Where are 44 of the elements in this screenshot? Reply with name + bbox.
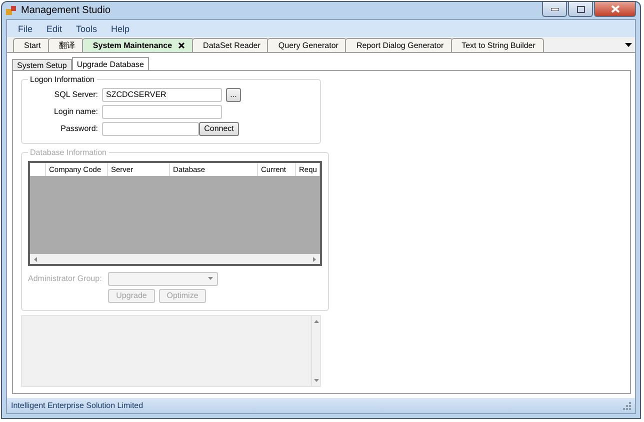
- field-label: Password:: [60, 124, 98, 133]
- browse-button[interactable]: ...: [226, 88, 241, 102]
- minimize-icon: [550, 8, 558, 10]
- minimize-button[interactable]: [542, 2, 567, 17]
- connect-button[interactable]: Connect: [199, 122, 239, 136]
- scroll-down-icon: [314, 378, 318, 383]
- close-icon[interactable]: [178, 42, 186, 49]
- document-tab[interactable]: Query Generator: [267, 38, 348, 52]
- document-tab[interactable]: Text to String Builder: [450, 38, 544, 52]
- scroll-left-icon: [33, 256, 38, 262]
- vertical-scrollbar[interactable]: [311, 316, 320, 386]
- document-tab[interactable]: System Maintenance: [82, 38, 194, 52]
- menu-item[interactable]: Tools: [69, 24, 104, 34]
- caret-icon: [208, 276, 213, 281]
- menu-item[interactable]: File: [11, 24, 40, 34]
- resize-grip-icon[interactable]: [623, 402, 631, 410]
- menu-item[interactable]: Edit: [40, 24, 70, 34]
- document-tab[interactable]: 翻译: [48, 38, 84, 52]
- maximize-icon: [576, 6, 584, 12]
- scroll-right-icon: [312, 256, 317, 262]
- dropdown-icon[interactable]: [625, 43, 632, 47]
- close-button[interactable]: [594, 2, 636, 17]
- password-field[interactable]: [102, 122, 199, 136]
- horizontal-scrollbar[interactable]: [30, 254, 320, 264]
- menu-item[interactable]: Help: [104, 24, 137, 34]
- page-tab[interactable]: System Setup: [12, 59, 72, 70]
- login-name-field[interactable]: [102, 104, 222, 118]
- group-title: Database Information: [29, 148, 108, 157]
- maximize-button[interactable]: [568, 2, 593, 17]
- document-tab[interactable]: Start: [13, 38, 50, 52]
- scroll-up-icon: [314, 319, 318, 324]
- field-label: Login name:: [52, 107, 98, 116]
- status-text: Intelligent Enterprise Solution Limited: [11, 401, 144, 410]
- document-tab[interactable]: Report Dialog Generator: [345, 38, 453, 52]
- close-icon: [610, 5, 620, 13]
- window-title: Management Studio: [21, 5, 112, 16]
- sql-server-field[interactable]: SZCDCSERVER: [102, 88, 222, 102]
- field-label: Administrator Group:: [28, 274, 103, 283]
- administrator-group-dropdown[interactable]: [108, 272, 218, 286]
- app-icon: [6, 5, 17, 16]
- group-title: Logon Information: [29, 75, 96, 84]
- document-tab[interactable]: DataSet Reader: [192, 38, 270, 52]
- field-label: SQL Server:: [53, 90, 98, 99]
- page-tab[interactable]: Upgrade Database: [72, 57, 149, 70]
